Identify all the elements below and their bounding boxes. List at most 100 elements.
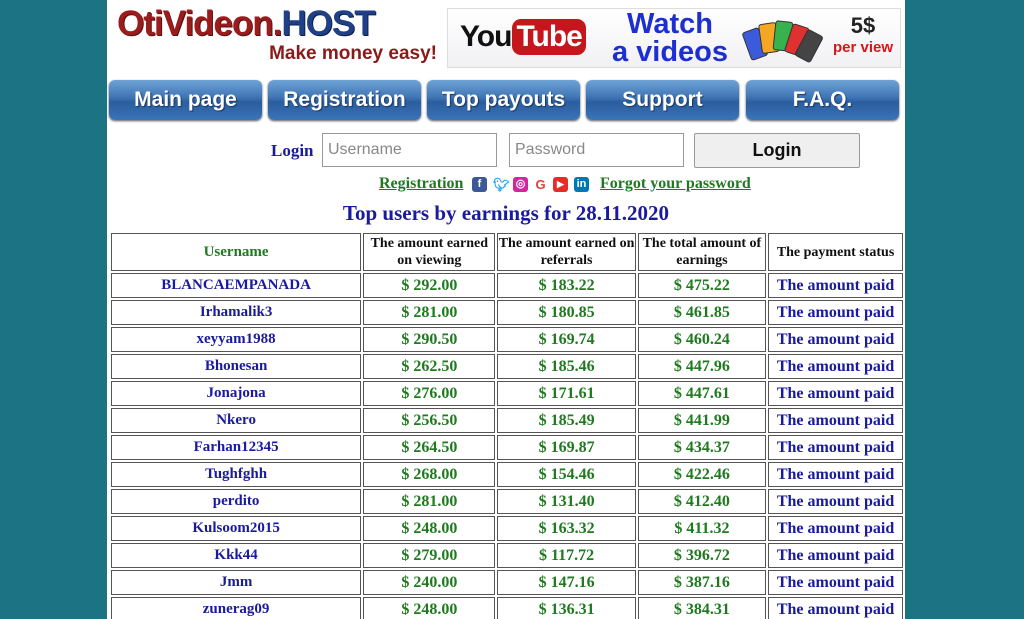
- page-container: OtiVideon.HOST Make money easy! You Tube …: [107, 0, 905, 619]
- top-users-table: Username The amount earned on viewing Th…: [109, 231, 905, 619]
- payment-status-cell: The amount paid: [768, 462, 903, 487]
- nav-support[interactable]: Support: [586, 80, 739, 120]
- username-cell: Jmm: [111, 570, 362, 595]
- table-row: Kulsoom2015 $ 248.00 $ 163.32 $ 411.32 The a…: [111, 516, 903, 541]
- table-row: Jonajona $ 276.00 $ 171.61 $ 447.61 The amou…: [111, 381, 903, 406]
- username-cell: Kulsoom2015: [111, 516, 362, 541]
- price-unit: per view: [832, 39, 894, 56]
- banner-headline-line2: a videos: [611, 36, 729, 68]
- col-referrals: The amount earned on referrals: [497, 233, 636, 271]
- col-viewing: The amount earned on viewing: [363, 233, 496, 271]
- main-nav: Main page Registration Top payouts Suppo…: [109, 80, 903, 120]
- banner-headline-line1: Watch: [627, 8, 713, 40]
- referrals-amount-cell: $ 117.72: [497, 543, 636, 568]
- instagram-icon[interactable]: ◎: [513, 177, 528, 192]
- table-row: Kkk44 $ 279.00 $ 117.72 $ 396.72 The amount …: [111, 543, 903, 568]
- payment-status-cell: The amount paid: [768, 570, 903, 595]
- nav-main-page[interactable]: Main page: [109, 80, 262, 120]
- referrals-amount-cell: $ 185.49: [497, 408, 636, 433]
- logo-tagline: Make money easy!: [269, 43, 437, 64]
- total-amount-cell: $ 460.24: [637, 327, 767, 352]
- referrals-amount-cell: $ 163.32: [497, 516, 636, 541]
- payment-status-cell: The amount paid: [768, 408, 903, 433]
- facebook-icon[interactable]: f: [472, 177, 487, 192]
- viewing-amount-cell: $ 248.00: [363, 516, 496, 541]
- total-amount-cell: $ 411.32: [637, 516, 767, 541]
- nav-registration[interactable]: Registration: [268, 80, 421, 120]
- viewing-amount-cell: $ 290.50: [363, 327, 496, 352]
- total-amount-cell: $ 447.96: [637, 354, 767, 379]
- viewing-amount-cell: $ 268.00: [363, 462, 496, 487]
- total-amount-cell: $ 434.37: [637, 435, 767, 460]
- payment-status-cell: The amount paid: [768, 273, 903, 298]
- price-amount: 5$: [850, 13, 876, 38]
- col-total: The total amount of earnings: [637, 233, 767, 271]
- referrals-amount-cell: $ 169.87: [497, 435, 636, 460]
- logo-title-main: OtiVideon.: [117, 4, 282, 43]
- login-button[interactable]: Login: [694, 133, 860, 168]
- referrals-amount-cell: $ 169.74: [497, 327, 636, 352]
- twitter-icon[interactable]: 🐦︎: [493, 177, 510, 192]
- table-row: Tughfghh $ 268.00 $ 154.46 $ 422.46 The amou…: [111, 462, 903, 487]
- payment-status-cell: The amount paid: [768, 597, 903, 619]
- google-icon[interactable]: G: [533, 177, 548, 192]
- viewing-amount-cell: $ 276.00: [363, 381, 496, 406]
- referrals-amount-cell: $ 171.61: [497, 381, 636, 406]
- viewing-amount-cell: $ 264.50: [363, 435, 496, 460]
- viewing-amount-cell: $ 240.00: [363, 570, 496, 595]
- username-cell: Kkk44: [111, 543, 362, 568]
- nav-faq[interactable]: F.A.Q.: [746, 80, 899, 120]
- total-amount-cell: $ 384.31: [637, 597, 767, 619]
- table-row: Jmm $ 240.00 $ 147.16 $ 387.16 The amount pa…: [111, 570, 903, 595]
- username-cell: xeyyam1988: [111, 327, 362, 352]
- referrals-amount-cell: $ 154.46: [497, 462, 636, 487]
- username-cell: zunerag09: [111, 597, 362, 619]
- table-row: Irhamalik3 $ 281.00 $ 180.85 $ 461.85 The am…: [111, 300, 903, 325]
- registration-link[interactable]: Registration: [379, 175, 463, 193]
- referrals-amount-cell: $ 185.46: [497, 354, 636, 379]
- youtube-icon[interactable]: ▶: [553, 177, 568, 192]
- linkedin-icon[interactable]: in: [574, 177, 589, 192]
- username-cell: Nkero: [111, 408, 362, 433]
- nav-top-payouts[interactable]: Top payouts: [427, 80, 580, 120]
- viewing-amount-cell: $ 256.50: [363, 408, 496, 433]
- price-per-view: 5$ per view: [828, 13, 898, 57]
- table-row: xeyyam1988 $ 290.50 $ 169.74 $ 460.24 The am…: [111, 327, 903, 352]
- total-amount-cell: $ 475.22: [637, 273, 767, 298]
- payment-status-cell: The amount paid: [768, 489, 903, 514]
- table-row: zunerag09 $ 248.00 $ 136.31 $ 384.31 The amo…: [111, 597, 903, 619]
- username-cell: Tughfghh: [111, 462, 362, 487]
- table-body: BLANCAEMPANADA $ 292.00 $ 183.22 $ 475.22 Th…: [111, 273, 903, 619]
- table-row: BLANCAEMPANADA $ 292.00 $ 183.22 $ 475.22 Th…: [111, 273, 903, 298]
- logo-title-host: HOST: [281, 4, 375, 43]
- youtube-logo: You Tube: [460, 19, 586, 55]
- referrals-amount-cell: $ 147.16: [497, 570, 636, 595]
- referrals-amount-cell: $ 180.85: [497, 300, 636, 325]
- viewing-amount-cell: $ 279.00: [363, 543, 496, 568]
- forgot-password-link[interactable]: Forgot your password: [600, 175, 751, 193]
- youtube-logo-tube: Tube: [512, 19, 586, 55]
- phones-image: [741, 15, 824, 64]
- payment-status-cell: The amount paid: [768, 516, 903, 541]
- total-amount-cell: $ 396.72: [637, 543, 767, 568]
- username-cell: perdito: [111, 489, 362, 514]
- total-amount-cell: $ 387.16: [637, 570, 767, 595]
- viewing-amount-cell: $ 281.00: [363, 300, 496, 325]
- col-status: The payment status: [768, 233, 903, 271]
- login-label: Login: [271, 141, 314, 160]
- username-input[interactable]: [322, 133, 497, 167]
- logo-title: OtiVideon.HOST: [117, 6, 437, 42]
- payment-status-cell: The amount paid: [768, 381, 903, 406]
- username-cell: Bhonesan: [111, 354, 362, 379]
- col-username: Username: [111, 233, 362, 271]
- username-cell: Irhamalik3: [111, 300, 362, 325]
- top-users-title: Top users by earnings for 28.11.2020: [342, 201, 670, 225]
- site-logo[interactable]: OtiVideon.HOST Make money easy!: [117, 6, 437, 65]
- table-header-row: Username The amount earned on viewing Th…: [111, 233, 903, 271]
- total-amount-cell: $ 441.99: [637, 408, 767, 433]
- youtube-promo-banner[interactable]: You Tube Watch a videos 5$ per view: [447, 8, 901, 68]
- payment-status-cell: The amount paid: [768, 327, 903, 352]
- table-row: perdito $ 281.00 $ 131.40 $ 412.40 The amoun…: [111, 489, 903, 514]
- password-input[interactable]: [509, 133, 684, 167]
- viewing-amount-cell: $ 248.00: [363, 597, 496, 619]
